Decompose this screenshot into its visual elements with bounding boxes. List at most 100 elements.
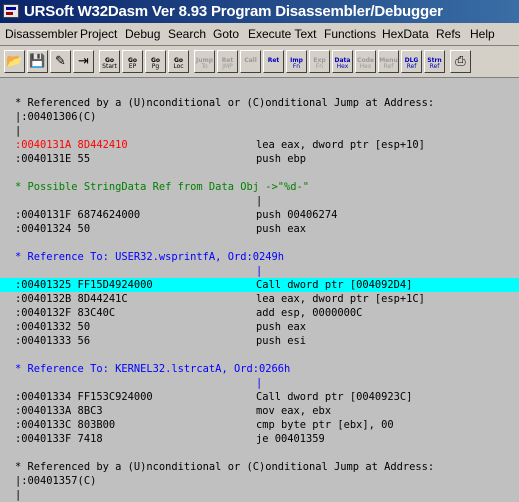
listing-line[interactable]: |: [0, 488, 519, 502]
selected-listing-line[interactable]: :00401325 FF15D4924000 Call dword ptr [00…: [0, 278, 519, 292]
listing-line[interactable]: |: [0, 124, 519, 138]
menu-project[interactable]: Project: [80, 27, 117, 41]
line-address-bytes: :00401334 FF153C924000: [15, 391, 153, 403]
goto-location-button[interactable]: Go Loc: [168, 50, 189, 73]
listing-line[interactable]: :0040133A 8BC3 mov eax, ebx: [0, 404, 519, 418]
listing-line[interactable]: :00401324 50 push eax: [0, 222, 519, 236]
line-address-bytes: :00401332 50: [15, 321, 91, 333]
listing-line[interactable]: :0040133F 7418 je 00401359: [0, 432, 519, 446]
listing-line[interactable]: :0040131F 6874624000 push 00406274: [0, 208, 519, 222]
goto-page-button[interactable]: Go Pg: [145, 50, 166, 73]
listing-comment: |: [256, 265, 263, 277]
menu-disassembler[interactable]: Disassembler: [5, 27, 78, 41]
line-address-bytes: :00401333 56: [15, 335, 91, 347]
goto-entry-point-button[interactable]: Go EP: [122, 50, 143, 73]
menu-refs[interactable]: Refs: [436, 27, 461, 41]
line-address-bytes: :0040131F 6874624000: [15, 209, 141, 221]
toolbar-button-sublabel: Ref: [429, 63, 440, 70]
listing-line[interactable]: [0, 166, 519, 180]
toolbar-button-sublabel: To: [201, 63, 208, 70]
open-file-icon: 📂: [6, 54, 23, 69]
line-instruction: lea eax, dword ptr [esp+10]: [256, 139, 425, 151]
listing-line[interactable]: [0, 348, 519, 362]
listing-line[interactable]: [0, 82, 519, 96]
toolbar-button-sublabel: JMP: [222, 63, 233, 70]
listing-line[interactable]: :0040132F 83C40C add esp, 0000000C: [0, 306, 519, 320]
menu-debug[interactable]: Debug: [125, 27, 160, 41]
line-instruction: Call dword ptr [0040923C]: [256, 391, 413, 403]
goto-code-start-button[interactable]: Go Start: [99, 50, 120, 73]
open-button[interactable]: 📂: [4, 50, 25, 73]
listing-comment: |:00401306(C): [15, 111, 97, 123]
code-hex-button[interactable]: Code Hex: [355, 50, 376, 73]
listing-line[interactable]: |: [0, 194, 519, 208]
listing-line[interactable]: [0, 236, 519, 250]
line-instruction: push eax: [256, 223, 307, 235]
menu-hexdata[interactable]: HexData: [382, 27, 429, 41]
toolbar-button-sublabel: Ref: [383, 63, 394, 70]
listing-line[interactable]: |: [0, 376, 519, 390]
menu-goto[interactable]: Goto: [213, 27, 239, 41]
line-address-bytes: :0040133F 7418: [15, 433, 103, 445]
line-address-bytes: :0040131A 8D442410: [15, 139, 128, 151]
toolbar-button-sublabel: EP: [128, 63, 137, 70]
disassembly-listing[interactable]: * Referenced by a (U)nconditional or (C)…: [0, 78, 519, 501]
listing-line[interactable]: * Possible StringData Ref from Data Obj …: [0, 180, 519, 194]
app-icon[interactable]: [3, 4, 19, 18]
listing-comment: |: [15, 489, 22, 501]
menu-functions[interactable]: Functions: [324, 27, 376, 41]
listing-comment: |: [256, 195, 263, 207]
listing-line[interactable]: :0040133C 803B00 cmp byte ptr [ebx], 00: [0, 418, 519, 432]
ret-button[interactable]: Ret: [263, 50, 284, 73]
listing-line[interactable]: :00401334 FF153C924000 Call dword ptr [00…: [0, 390, 519, 404]
line-instruction: je 00401359: [256, 433, 325, 445]
listing-line[interactable]: |:00401306(C): [0, 110, 519, 124]
imp-fn-button[interactable]: Imp Fn: [286, 50, 307, 73]
listing-line[interactable]: * Referenced by a (U)nconditional or (C)…: [0, 96, 519, 110]
toolbar-button-sublabel: Pg: [151, 63, 160, 70]
line-instruction: add esp, 0000000C: [256, 307, 363, 319]
toolbar-button-sublabel: Hex: [359, 63, 372, 70]
line-instruction: cmp byte ptr [ebx], 00: [256, 419, 394, 431]
str-ref-button[interactable]: Strn Ref: [424, 50, 445, 73]
menu-execute-text[interactable]: Execute Text: [248, 27, 316, 41]
listing-comment: * Referenced by a (U)nconditional or (C)…: [15, 97, 435, 109]
line-address-bytes: :0040132F 83C40C: [15, 307, 116, 319]
call-icon: Call: [244, 57, 257, 64]
dlg-ref-button[interactable]: DLG Ref: [401, 50, 422, 73]
listing-line[interactable]: :0040132B 8D44241C lea eax, dword ptr [es…: [0, 292, 519, 306]
line-address-bytes: :0040133A 8BC3: [15, 405, 103, 417]
listing-line[interactable]: [0, 446, 519, 460]
save-button[interactable]: 💾: [27, 50, 48, 73]
listing-line[interactable]: |: [0, 264, 519, 278]
listing-line[interactable]: :00401332 50 push eax: [0, 320, 519, 334]
ret-jmp-button[interactable]: Ret JMP: [217, 50, 238, 73]
data-hex-button[interactable]: Data Hex: [332, 50, 353, 73]
line-instruction: push esi: [256, 335, 307, 347]
print-button[interactable]: ⎙: [450, 50, 471, 73]
exp-fn-button[interactable]: Exp Fn: [309, 50, 330, 73]
listing-line[interactable]: * Reference To: USER32.wsprintfA, Ord:02…: [0, 250, 519, 264]
listing-line[interactable]: |:00401357(C): [0, 474, 519, 488]
jump-button[interactable]: ⇥: [73, 50, 94, 73]
listing-line[interactable]: * Reference To: KERNEL32.lstrcatA, Ord:0…: [0, 362, 519, 376]
line-address-bytes: :0040133C 803B00: [15, 419, 116, 431]
jump-to-button[interactable]: Jump To: [194, 50, 215, 73]
listing-line[interactable]: * Referenced by a (U)nconditional or (C)…: [0, 460, 519, 474]
title-bar: URSoft W32Dasm Ver 8.93 Program Disassem…: [0, 0, 519, 23]
menu-help[interactable]: Help: [470, 27, 495, 41]
menu-search[interactable]: Search: [168, 27, 206, 41]
listing-line[interactable]: :0040131A 8D442410 lea eax, dword ptr [es…: [0, 138, 519, 152]
pen-button[interactable]: ✎: [50, 50, 71, 73]
print-icon: ⎙: [455, 54, 466, 69]
call-button[interactable]: Call: [240, 50, 261, 73]
listing-line[interactable]: :00401333 56 push esi: [0, 334, 519, 348]
menu-ref-button[interactable]: Menu Ref: [378, 50, 399, 73]
menu-bar: Disassembler Project Debug Search Goto E…: [0, 23, 519, 46]
line-address-bytes: :0040131E 55: [15, 153, 91, 165]
jump-arrow-icon: ⇥: [78, 54, 89, 69]
listing-line[interactable]: :0040131E 55 push ebp: [0, 152, 519, 166]
window-title: URSoft W32Dasm Ver 8.93 Program Disassem…: [24, 3, 443, 20]
toolbar-button-sublabel: Ref: [406, 63, 417, 70]
line-address-bytes: :00401324 50: [15, 223, 91, 235]
